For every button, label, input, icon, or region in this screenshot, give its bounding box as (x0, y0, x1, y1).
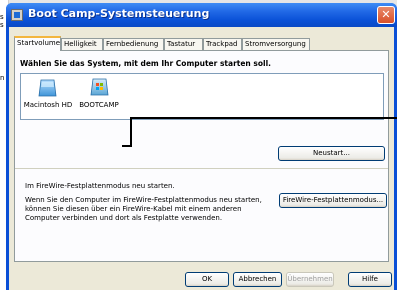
close-button[interactable]: ✕ (377, 6, 395, 24)
bootcamp-control-panel-window: Boot Camp-Systemsteuerung ✕ Startvolume … (6, 3, 397, 290)
cancel-button[interactable]: Abbrechen (233, 272, 282, 287)
title-bar[interactable]: Boot Camp-Systemsteuerung ✕ (6, 3, 397, 27)
firewire-disk-mode-button[interactable]: FireWire-Festplattenmodus... (279, 193, 387, 208)
startvolume-panel: Wählen Sie das System, mit dem Ihr Compu… (14, 50, 389, 262)
background-text: s (0, 21, 4, 29)
firewire-title: Im FireWire-Festplattenmodus neu starten… (25, 182, 175, 190)
ok-button[interactable]: OK (185, 272, 229, 287)
tab-tastatur[interactable]: Tastatur (164, 38, 203, 50)
callout-line (130, 117, 132, 147)
volume-list: Macintosh HD BOOTCAMP (20, 73, 384, 120)
volume-macintosh-hd[interactable]: Macintosh HD (22, 77, 74, 117)
macintosh-hd-drive-icon (38, 79, 57, 97)
help-button[interactable]: Hilfe (348, 272, 392, 287)
callout-line (132, 117, 397, 119)
bootcamp-drive-icon (90, 78, 109, 96)
tab-helligkeit[interactable]: Helligkeit (61, 38, 103, 50)
startup-heading: Wählen Sie das System, mit dem Ihr Compu… (20, 59, 271, 68)
background-text: s (0, 13, 4, 21)
section-divider (15, 168, 388, 169)
dialog-body: Startvolume Helligkeit Fernbedienung Tas… (9, 27, 394, 290)
volume-label: Macintosh HD (23, 101, 73, 109)
background-text: n (0, 74, 5, 82)
apply-button[interactable]: Übernehmen (286, 272, 334, 287)
volume-bootcamp[interactable]: BOOTCAMP (73, 77, 125, 117)
callout-line (122, 145, 132, 147)
control-panel-icon (11, 9, 23, 21)
window-title: Boot Camp-Systemsteuerung (28, 7, 210, 20)
tab-stromversorgung[interactable]: Stromversorgung (242, 38, 310, 50)
firewire-description: Wenn Sie den Computer im FireWire-Festpl… (25, 196, 262, 222)
restart-button[interactable]: Neustart... (278, 146, 385, 161)
tab-fernbedienung[interactable]: Fernbedienung (103, 38, 164, 50)
volume-label: BOOTCAMP (79, 101, 119, 109)
tab-startvolume[interactable]: Startvolume (14, 36, 61, 51)
tab-trackpad[interactable]: Trackpad (203, 38, 242, 50)
